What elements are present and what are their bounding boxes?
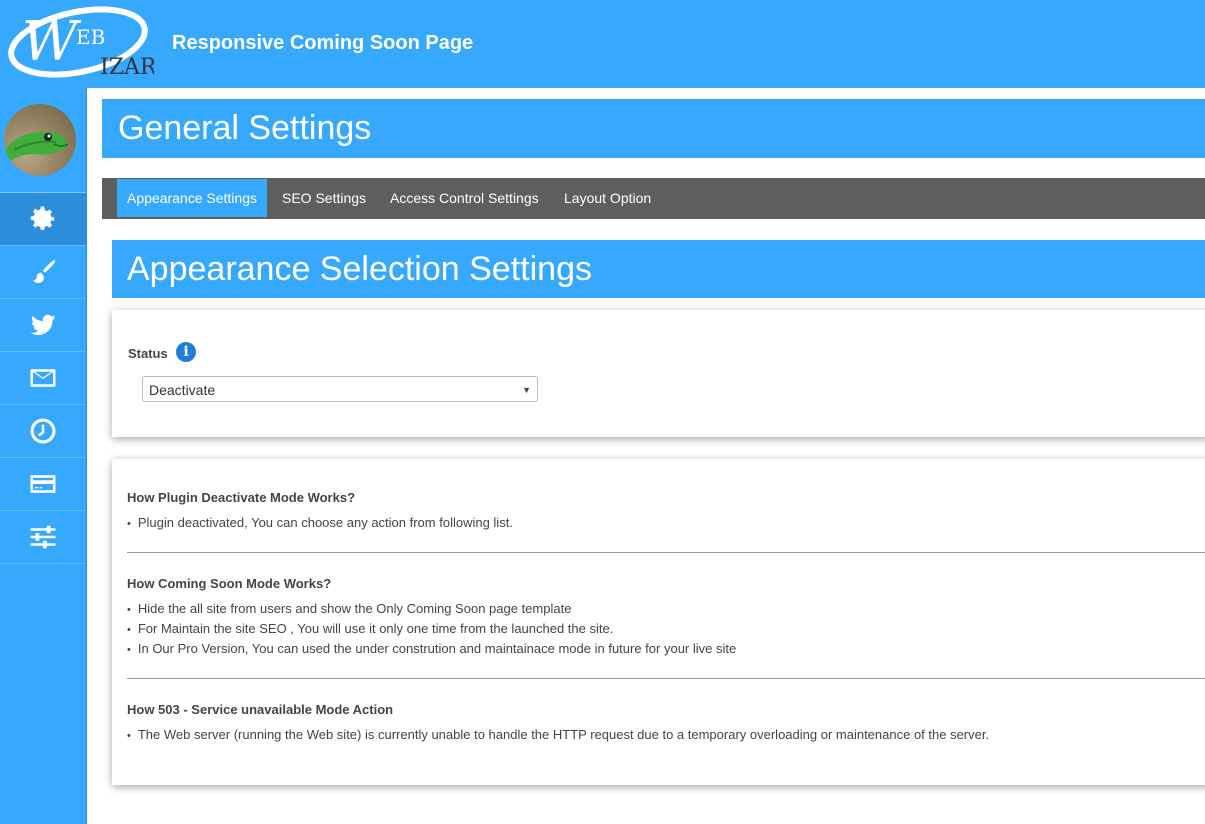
status-select[interactable]: Deactivate ▼: [142, 376, 538, 402]
settings-tab-bar: Appearance Settings SEO Settings Access …: [102, 178, 1205, 219]
general-settings-header: General Settings: [102, 99, 1205, 158]
envelope-icon: [30, 369, 56, 387]
svg-text:W: W: [22, 10, 82, 73]
tab-appearance-settings[interactable]: Appearance Settings: [117, 179, 267, 217]
info-section-list: Hide the all site from users and show th…: [127, 599, 736, 659]
tab-access-control-settings[interactable]: Access Control Settings: [380, 178, 549, 219]
sidebar-item-subscribers[interactable]: [0, 352, 86, 405]
tab-layout-option[interactable]: Layout Option: [554, 178, 661, 219]
info-section-title: How Plugin Deactivate Mode Works?: [127, 490, 356, 505]
info-section-title: How 503 - Service unavailable Mode Actio…: [127, 702, 394, 717]
sidebar-item-appearance[interactable]: [0, 246, 86, 299]
list-item: The Web server (running the Web site) is…: [127, 725, 989, 745]
twitter-icon: [30, 314, 56, 336]
sidebar-item-payment[interactable]: [0, 458, 86, 511]
info-icon[interactable]: i: [176, 342, 196, 362]
sidebar: [0, 88, 87, 824]
sidebar-item-settings[interactable]: [0, 192, 86, 246]
list-item: In Our Pro Version, You can used the und…: [127, 639, 736, 659]
svg-text:EB: EB: [76, 25, 105, 49]
sidebar-item-social[interactable]: [0, 299, 86, 352]
list-item: Plugin deactivated, You can choose any a…: [127, 513, 513, 533]
divider: [127, 552, 1205, 553]
list-item: For Maintain the site SEO , You will use…: [127, 619, 736, 639]
status-label: Status: [128, 346, 168, 361]
webwizar-logo[interactable]: W EB IZAR: [6, 2, 154, 80]
status-select-value: Deactivate: [149, 382, 216, 398]
info-section-list: The Web server (running the Web site) is…: [127, 725, 989, 745]
svg-text:IZAR: IZAR: [100, 55, 154, 80]
sliders-icon: [30, 525, 56, 549]
tab-seo-settings[interactable]: SEO Settings: [272, 178, 376, 219]
info-section-title: How Coming Soon Mode Works?: [127, 576, 332, 591]
appearance-selection-header: Appearance Selection Settings: [112, 240, 1205, 298]
list-item: Hide the all site from users and show th…: [127, 599, 736, 619]
credit-card-icon: [30, 475, 56, 493]
avatar[interactable]: [4, 104, 76, 176]
mode-info-panel: How Plugin Deactivate Mode Works? Plugin…: [112, 459, 1205, 785]
gear-icon: [30, 206, 55, 230]
clock-icon: [30, 418, 56, 444]
sidebar-item-layout[interactable]: [0, 511, 86, 564]
top-bar: W EB IZAR Responsive Coming Soon Page: [0, 0, 1205, 88]
status-panel: Status i Deactivate ▼: [112, 310, 1205, 437]
page-title: General Settings: [118, 109, 372, 147]
gecko-avatar-image: [4, 131, 69, 165]
divider: [127, 678, 1205, 679]
chevron-down-icon: ▼: [522, 385, 531, 395]
brush-icon: [33, 260, 56, 283]
sidebar-item-countdown[interactable]: [0, 405, 86, 458]
section-title: Appearance Selection Settings: [127, 250, 592, 288]
info-section-list: Plugin deactivated, You can choose any a…: [127, 513, 513, 533]
app-title: Responsive Coming Soon Page: [172, 32, 474, 54]
